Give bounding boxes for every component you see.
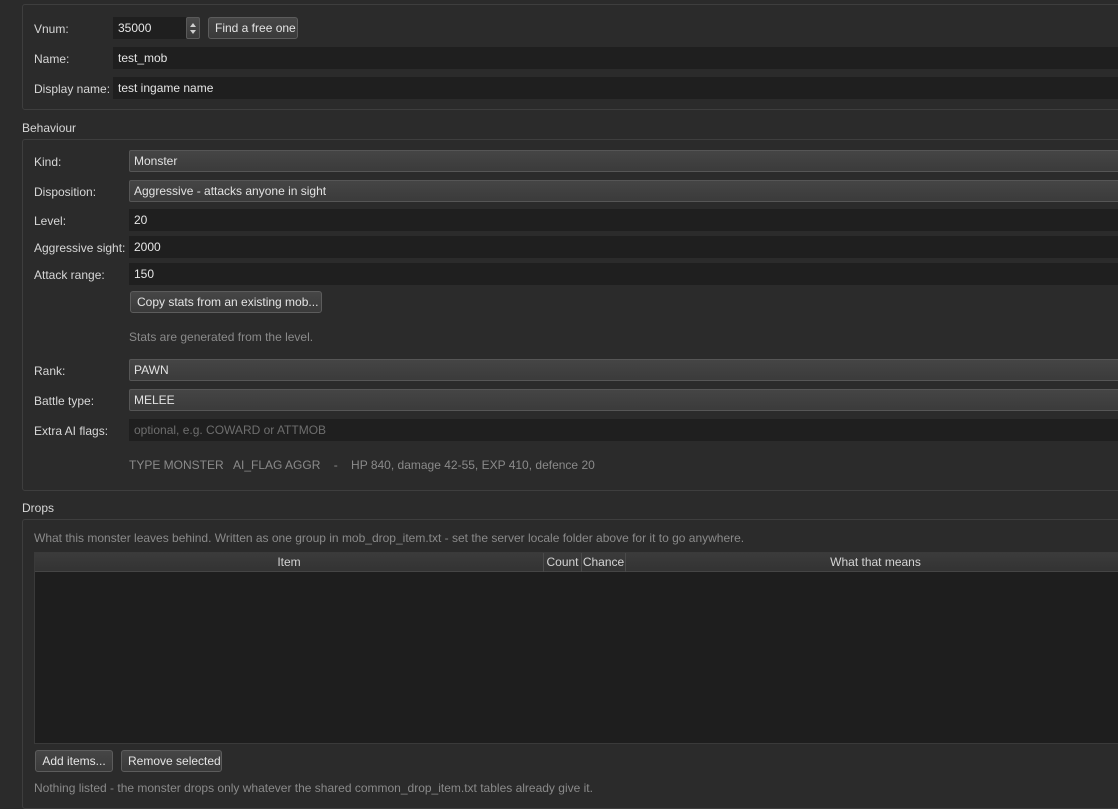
kind-label: Kind: [34, 155, 62, 169]
display-name-label: Display name: [34, 82, 111, 96]
add-items-button[interactable]: Add items... [35, 750, 113, 772]
disposition-label: Disposition: [34, 185, 97, 199]
column-chance[interactable]: Chance [582, 553, 626, 572]
stats-hint: Stats are generated from the level. [129, 330, 314, 344]
column-count[interactable]: Count [544, 553, 582, 572]
stats-summary: TYPE MONSTER AI_FLAG AGGR - HP 840, dama… [129, 458, 595, 472]
behaviour-title: Behaviour [22, 121, 81, 135]
spin-up-icon[interactable] [190, 23, 196, 27]
name-label: Name: [34, 52, 70, 66]
battle-type-select[interactable]: MELEE [129, 389, 1118, 411]
level-input[interactable]: 20 [129, 209, 1118, 231]
vnum-label: Vnum: [34, 22, 69, 36]
vnum-spinner[interactable] [186, 17, 200, 39]
drops-description: What this monster leaves behind. Written… [34, 531, 745, 545]
rank-label: Rank: [34, 364, 66, 378]
remove-selected-button[interactable]: Remove selected [121, 750, 222, 772]
drops-table[interactable]: Item Count Chance What that means [34, 552, 1118, 744]
attack-range-input[interactable]: 150 [129, 263, 1118, 285]
extra-ai-flags-input[interactable]: optional, e.g. COWARD or ATTMOB [129, 419, 1118, 441]
spin-down-icon[interactable] [190, 30, 196, 34]
rank-select[interactable]: PAWN [129, 359, 1118, 381]
aggressive-sight-input[interactable]: 2000 [129, 236, 1118, 258]
drops-table-header: Item Count Chance What that means [35, 553, 1118, 572]
vnum-input[interactable]: 35000 [113, 17, 187, 39]
drops-title: Drops [22, 501, 59, 515]
name-input[interactable]: test_mob [113, 47, 1118, 69]
copy-stats-button[interactable]: Copy stats from an existing mob... [130, 291, 322, 313]
column-what-that-means[interactable]: What that means [626, 553, 1118, 572]
kind-select[interactable]: Monster [129, 150, 1118, 172]
level-label: Level: [34, 214, 67, 228]
attack-range-label: Attack range: [34, 268, 105, 282]
display-name-input[interactable]: test ingame name [113, 77, 1118, 99]
disposition-select[interactable]: Aggressive - attacks anyone in sight [129, 180, 1118, 202]
extra-ai-flags-label: Extra AI flags: [34, 424, 109, 438]
aggressive-sight-label: Aggressive sight: [34, 241, 126, 255]
drops-empty-note: Nothing listed - the monster drops only … [34, 781, 593, 795]
find-free-button[interactable]: Find a free one [208, 17, 298, 39]
column-item[interactable]: Item [35, 553, 544, 572]
battle-type-label: Battle type: [34, 394, 95, 408]
